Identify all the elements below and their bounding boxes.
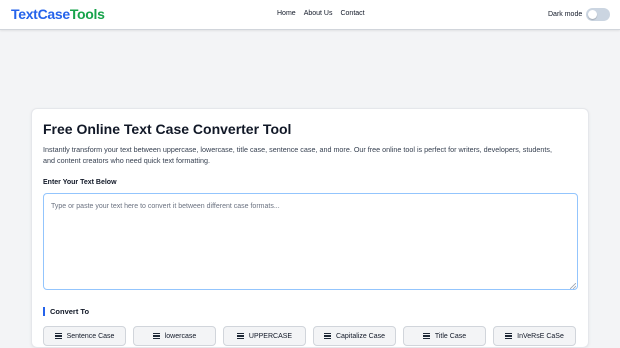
nav-link-about[interactable]: About Us — [304, 10, 333, 17]
capitalize-case-button[interactable]: Capitalize Case — [313, 326, 396, 346]
resize-grip-icon[interactable] — [570, 283, 576, 289]
nav-link-home[interactable]: Home — [277, 10, 296, 17]
top-navbar: TextCaseTools Home About Us Contact Dark… — [0, 0, 620, 30]
menu-lines-icon — [323, 333, 331, 339]
button-label: Capitalize Case — [335, 332, 386, 340]
site-logo[interactable]: TextCaseTools — [11, 6, 105, 22]
convert-to-heading: Convert To — [43, 307, 89, 316]
input-label: Enter Your Text Below — [43, 179, 117, 186]
button-label: UPPERCASE — [248, 332, 293, 340]
case-buttons: Sentence Case lowercase UPPERCASE Capita… — [43, 326, 576, 346]
dark-mode-control: Dark mode — [548, 8, 611, 21]
nav-links: Home About Us Contact — [277, 10, 365, 17]
button-label: InVeRsE CaSe — [517, 332, 564, 340]
menu-lines-icon — [152, 333, 160, 339]
menu-lines-icon — [422, 333, 430, 339]
dark-mode-switch[interactable] — [586, 8, 611, 21]
page-title: Free Online Text Case Converter Tool — [43, 121, 292, 137]
menu-lines-icon — [505, 333, 513, 339]
page-description: Instantly transform your text between up… — [43, 145, 552, 165]
inverse-case-button[interactable]: InVeRsE CaSe — [493, 326, 576, 346]
uppercase-button[interactable]: UPPERCASE — [223, 326, 306, 346]
text-input[interactable] — [43, 193, 578, 290]
button-label: Title Case — [434, 332, 467, 340]
switch-knob — [588, 10, 598, 19]
logo-text-part: Text — [11, 6, 38, 22]
nav-link-contact[interactable]: Contact — [340, 10, 364, 17]
converter-card: Free Online Text Case Converter Tool Ins… — [31, 108, 589, 348]
lowercase-button[interactable]: lowercase — [133, 326, 216, 346]
logo-case-part: Case — [37, 6, 71, 22]
menu-lines-icon — [54, 333, 62, 339]
button-label: Sentence Case — [66, 332, 115, 340]
button-label: lowercase — [164, 332, 197, 340]
title-case-button[interactable]: Title Case — [403, 326, 486, 346]
dark-mode-label: Dark mode — [548, 11, 583, 18]
logo-tools-part: Tools — [69, 6, 105, 22]
menu-lines-icon — [236, 333, 244, 339]
sentence-case-button[interactable]: Sentence Case — [43, 326, 126, 346]
